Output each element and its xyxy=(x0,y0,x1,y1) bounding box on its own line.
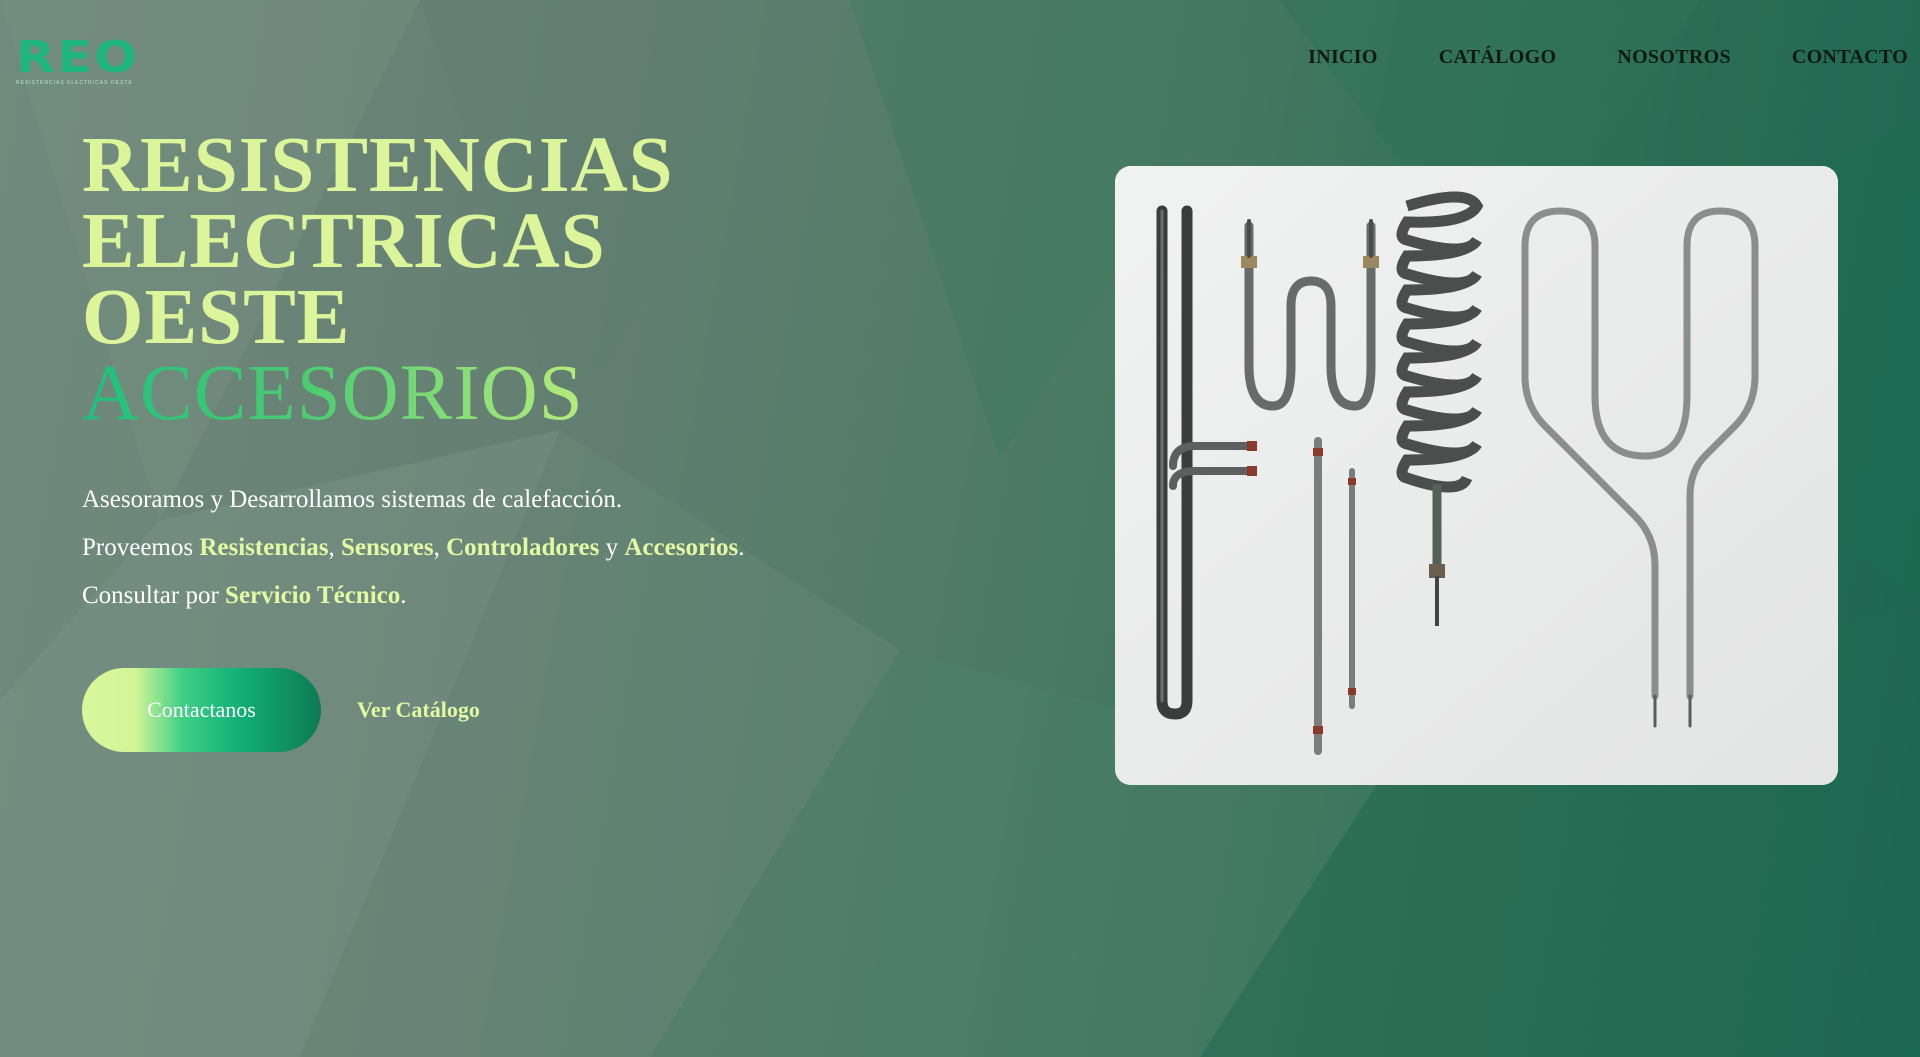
contact-button[interactable]: Contactanos xyxy=(82,668,321,752)
hero-line-2-sep-2: , xyxy=(433,534,447,561)
site-header: REO RESISTENCIAS ELECTRICAS OESTE INICIO… xyxy=(0,0,1920,120)
product-photo xyxy=(1115,166,1838,785)
hero-title-accent: ACCESORIOS xyxy=(82,350,584,437)
hero-line-3: Consultar por Servicio Técnico. xyxy=(82,576,744,624)
hero-line-2: Proveemos Resistencias, Sensores, Contro… xyxy=(82,528,744,576)
highlight-servicio-tecnico: Servicio Técnico xyxy=(225,582,401,609)
hero-line-2-sep-1: , xyxy=(328,534,342,561)
hero-line-1: Asesoramos y Desarrollamos sistemas de c… xyxy=(82,486,623,513)
hero-description: Asesoramos y Desarrollamos sistemas de c… xyxy=(82,480,744,624)
brand-logo[interactable]: REO RESISTENCIAS ELECTRICAS OESTE xyxy=(16,36,161,87)
hero-actions: Contactanos Ver Catálogo xyxy=(82,668,480,752)
hero-line-2-prefix: Proveemos xyxy=(82,534,200,561)
highlight-sensores: Sensores xyxy=(341,534,434,561)
hero-line-3-end: . xyxy=(400,582,407,609)
highlight-resistencias: Resistencias xyxy=(199,534,329,561)
nav-item-contacto[interactable]: CONTACTO xyxy=(1792,46,1908,69)
heating-elements-illustration xyxy=(1115,166,1838,785)
nav-item-nosotros[interactable]: NOSOTROS xyxy=(1617,46,1731,69)
nav-item-inicio[interactable]: INICIO xyxy=(1308,46,1378,69)
hero-line-2-sep-3: y xyxy=(599,534,625,561)
hero-title-line-3: OESTE xyxy=(82,274,351,361)
hero-title-line-1: RESISTENCIAS xyxy=(82,122,674,209)
hero-title-line-2: ELECTRICAS xyxy=(82,198,606,285)
nav-item-catalogo[interactable]: CATÁLOGO xyxy=(1439,46,1557,69)
view-catalog-link[interactable]: Ver Catálogo xyxy=(357,697,480,723)
main-nav: INICIO CATÁLOGO NOSOTROS CONTACTO xyxy=(1308,46,1908,69)
hero-line-2-end: . xyxy=(738,534,745,561)
logo-text: REO xyxy=(16,32,140,83)
highlight-controladores: Controladores xyxy=(446,534,600,561)
hero-line-3-prefix: Consultar por xyxy=(82,582,226,609)
hero-title: RESISTENCIAS ELECTRICAS OESTE ACCESORIOS xyxy=(82,122,674,437)
highlight-accesorios: Accesorios xyxy=(624,534,739,561)
